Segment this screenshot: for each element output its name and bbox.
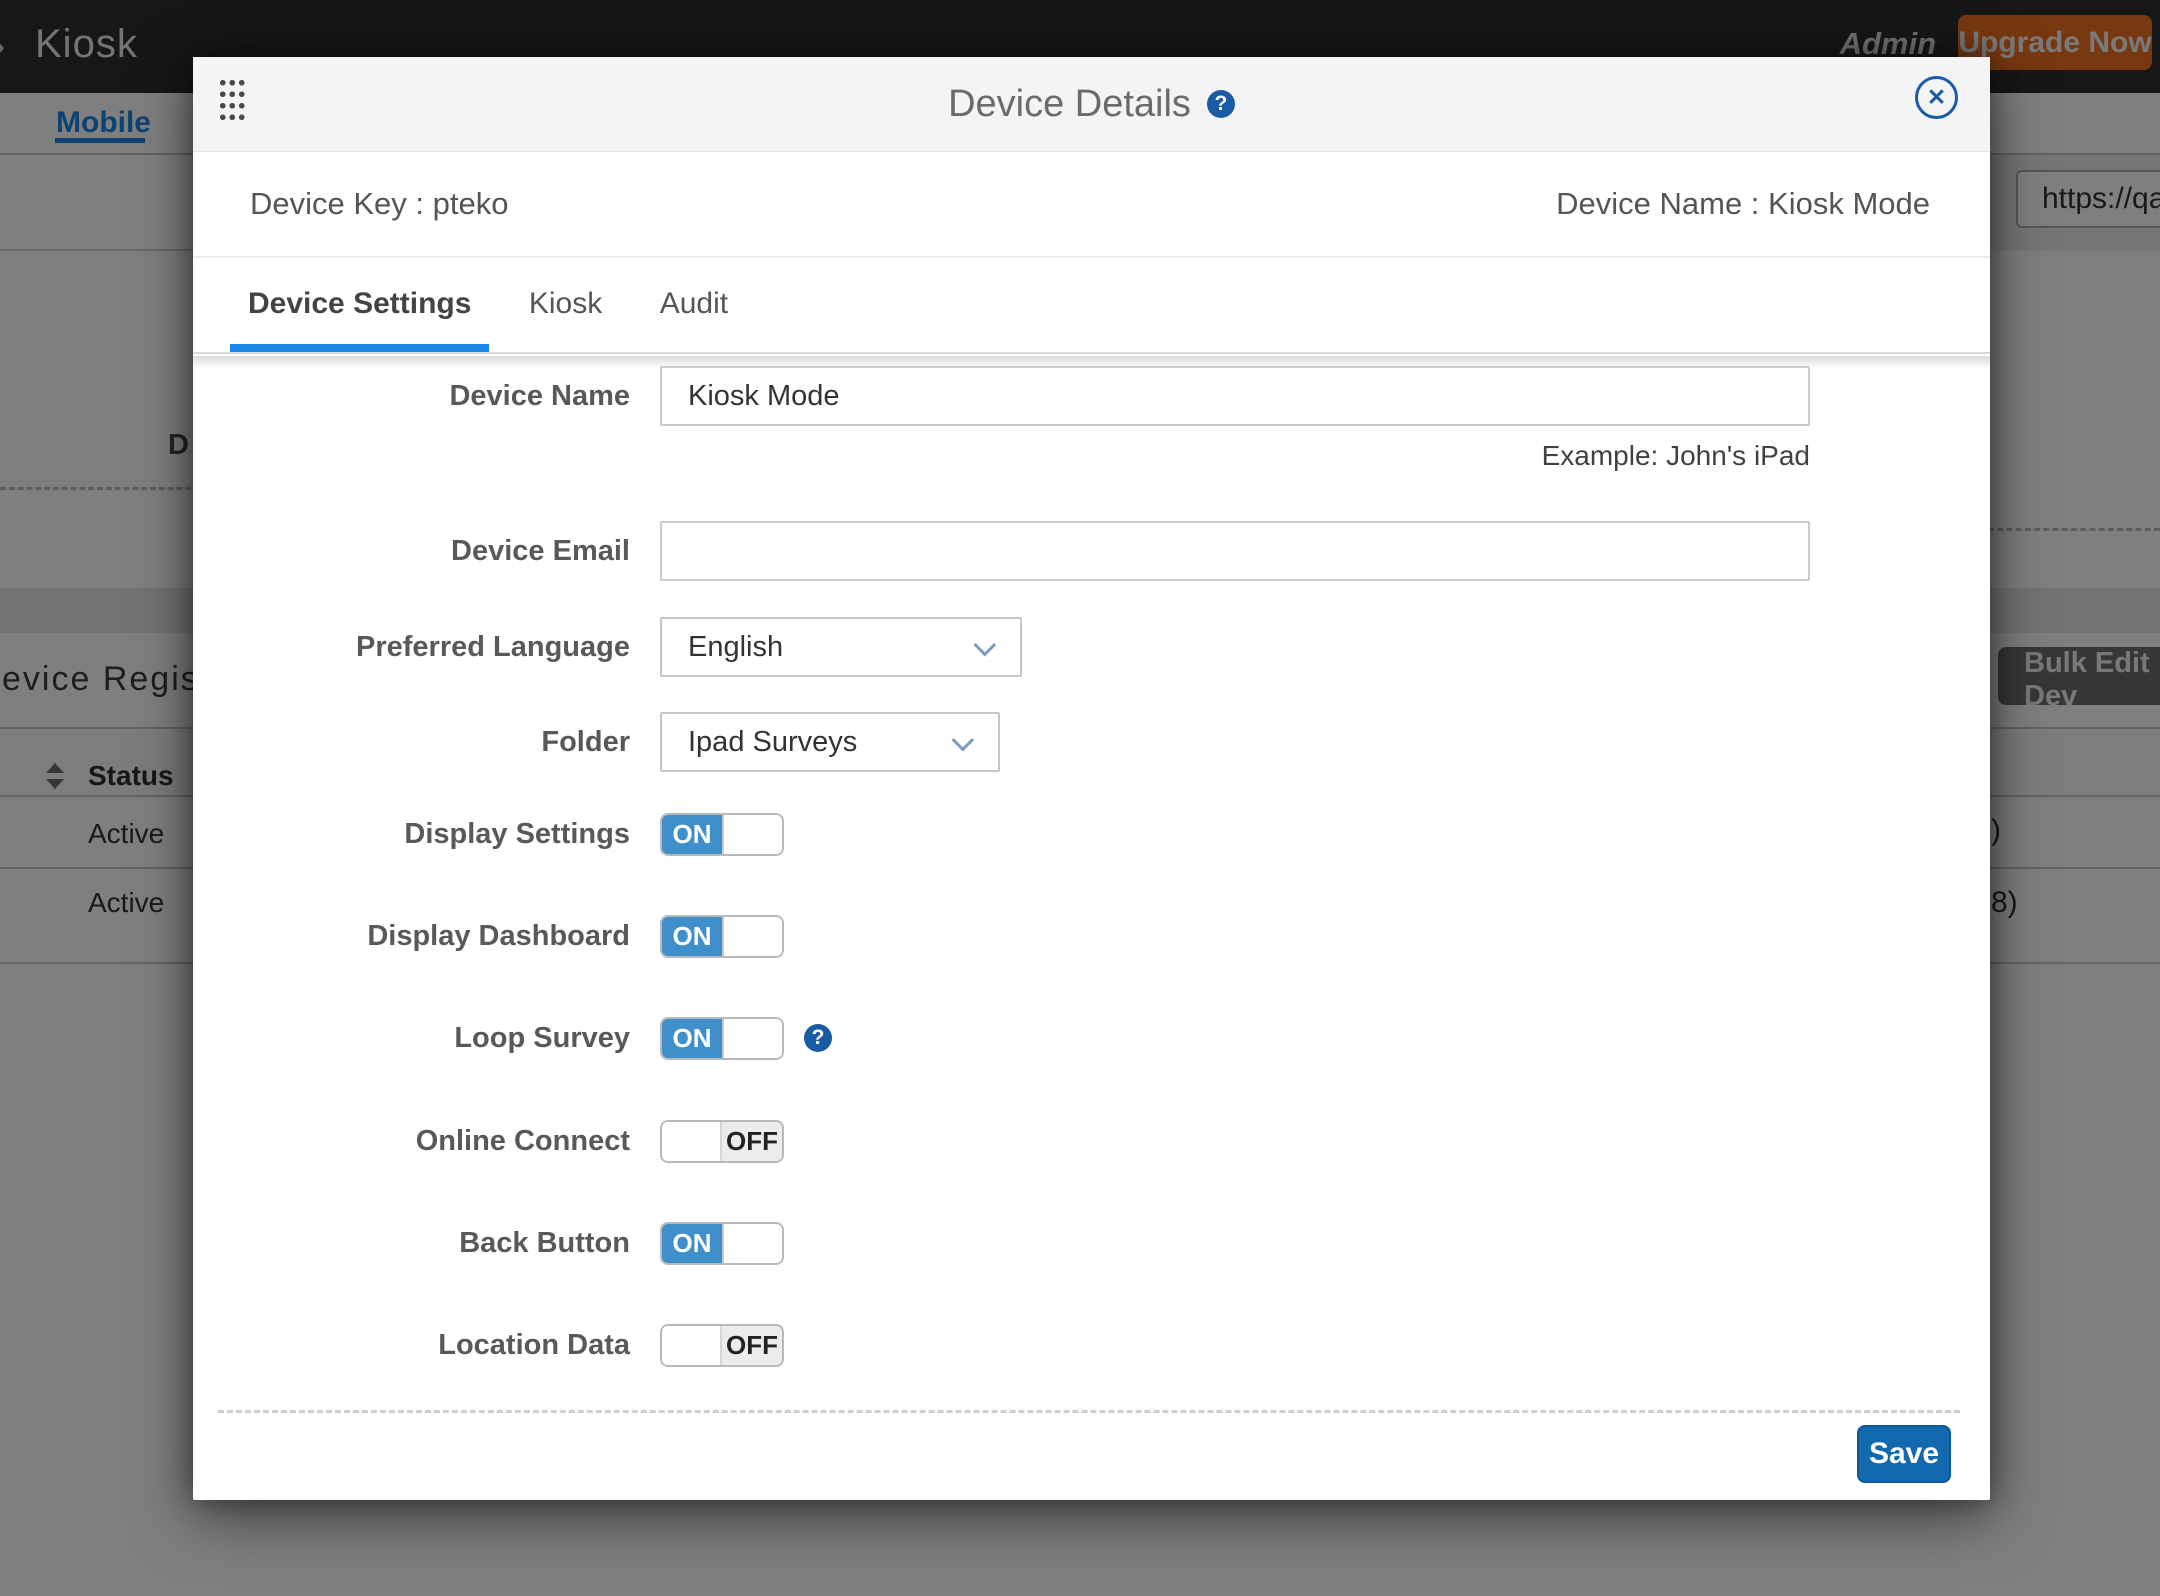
device-email-label: Device Email — [193, 521, 630, 581]
folder-value: Ipad Surveys — [662, 726, 857, 759]
back-button-toggle[interactable]: ON — [660, 1222, 784, 1265]
loop-survey-toggle[interactable]: ON — [660, 1017, 784, 1060]
chevron-down-icon — [952, 729, 975, 752]
toggle-knob — [722, 1019, 782, 1058]
modal-header: Device Details ? ✕ — [193, 57, 1990, 152]
loop-survey-label: Loop Survey — [193, 1017, 630, 1060]
folder-label: Folder — [193, 712, 630, 772]
display-settings-toggle[interactable]: ON — [660, 813, 784, 856]
toggle-knob — [662, 1122, 722, 1161]
screen: › Kiosk Admin Upgrade Now Mobile D Bulk … — [0, 0, 2160, 1596]
location-data-label: Location Data — [193, 1324, 630, 1367]
device-name-label: Device Name — [193, 366, 630, 426]
preferred-language-select[interactable]: English — [660, 617, 1022, 677]
tab-audit[interactable]: Audit — [642, 258, 746, 350]
device-name-input[interactable] — [660, 366, 1810, 426]
toggle-knob — [722, 1224, 782, 1263]
preferred-language-label: Preferred Language — [193, 617, 630, 677]
device-name-helper-text: Example: John's iPad — [660, 440, 1810, 472]
display-dashboard-toggle[interactable]: ON — [660, 915, 784, 958]
modal-tab-bar: Device Settings Kiosk Audit — [193, 258, 1990, 354]
toggle-state-label: ON — [662, 815, 722, 854]
device-key-text: Device Key : pteko — [250, 152, 508, 256]
display-dashboard-label: Display Dashboard — [193, 915, 630, 958]
chevron-down-icon — [974, 634, 997, 657]
modal-title: Device Details — [948, 83, 1191, 126]
location-data-toggle[interactable]: OFF — [660, 1324, 784, 1367]
online-connect-label: Online Connect — [193, 1120, 630, 1163]
help-icon[interactable]: ? — [1207, 90, 1235, 118]
folder-select[interactable]: Ipad Surveys — [660, 712, 1000, 772]
preferred-language-value: English — [662, 631, 783, 664]
device-details-modal: Device Details ? ✕ Device Key : pteko De… — [193, 57, 1990, 1500]
toggle-state-label: ON — [662, 1224, 722, 1263]
online-connect-toggle[interactable]: OFF — [660, 1120, 784, 1163]
toggle-knob — [722, 815, 782, 854]
toggle-state-label: OFF — [722, 1326, 782, 1365]
save-button[interactable]: Save — [1857, 1425, 1951, 1483]
toggle-state-label: ON — [662, 1019, 722, 1058]
device-email-input[interactable] — [660, 521, 1810, 581]
device-key-row: Device Key : pteko Device Name : Kiosk M… — [193, 152, 1990, 258]
display-settings-label: Display Settings — [193, 813, 630, 856]
loop-survey-help-icon[interactable]: ? — [804, 1024, 832, 1052]
drag-handle-icon[interactable] — [218, 77, 245, 122]
device-name-text: Device Name : Kiosk Mode — [1556, 152, 1930, 256]
close-icon[interactable]: ✕ — [1915, 76, 1958, 119]
footer-dashed-divider — [218, 1410, 1960, 1413]
toggle-state-label: OFF — [722, 1122, 782, 1161]
tab-device-settings[interactable]: Device Settings — [230, 258, 489, 350]
toggle-state-label: ON — [662, 917, 722, 956]
back-button-label: Back Button — [193, 1222, 630, 1265]
toggle-knob — [662, 1326, 722, 1365]
toggle-knob — [722, 917, 782, 956]
tab-kiosk[interactable]: Kiosk — [511, 258, 620, 350]
